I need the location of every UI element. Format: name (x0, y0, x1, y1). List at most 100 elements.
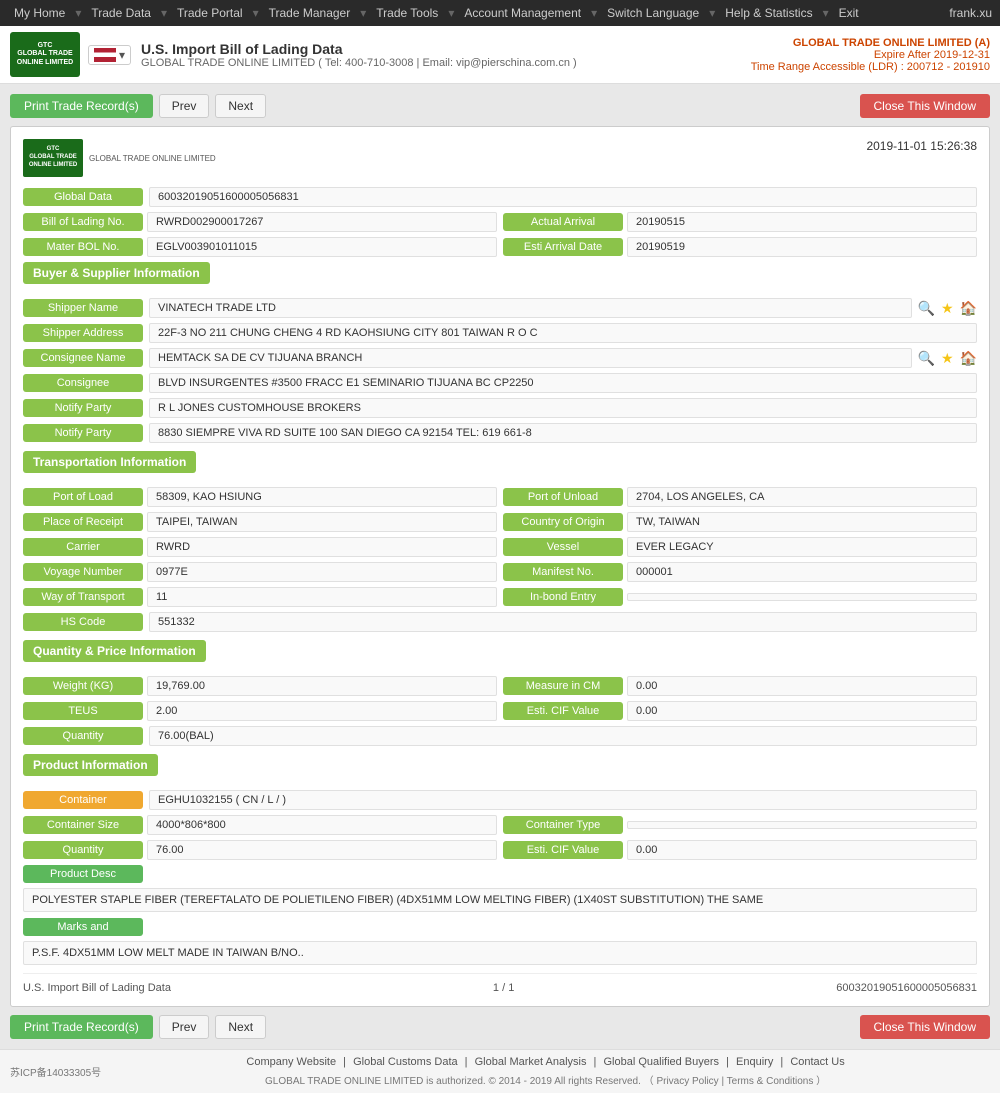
vessel-label: Vessel (503, 538, 623, 556)
nav-trade-tools[interactable]: Trade Tools (370, 4, 444, 22)
weight-label: Weight (KG) (23, 677, 143, 695)
actual-arrival-value: 20190515 (627, 212, 977, 232)
place-receipt-group: Place of Receipt TAIPEI, TAIWAN (23, 512, 497, 532)
search-icon[interactable]: 🔍 (918, 300, 935, 317)
inbond-label: In-bond Entry (503, 588, 623, 606)
consignee-search-icon[interactable]: 🔍 (918, 350, 935, 367)
nav-switch-language[interactable]: Switch Language (601, 4, 705, 22)
card-footer-left: U.S. Import Bill of Lading Data (23, 982, 171, 994)
inbond-value (627, 593, 977, 601)
container-label: Container (23, 791, 143, 809)
nav-my-home[interactable]: My Home (8, 4, 71, 22)
container-type-label: Container Type (503, 816, 623, 834)
nav-trade-data[interactable]: Trade Data (85, 4, 157, 22)
logo-area: GTCGLOBAL TRADEONLINE LIMITED ▾ (10, 32, 131, 77)
container-size-group: Container Size 4000*806*800 (23, 815, 497, 835)
vessel-value: EVER LEGACY (627, 537, 977, 557)
home-icon[interactable]: 🏠 (960, 300, 977, 317)
site-footer: 苏ICP备14033305号 Company Website | Global … (0, 1049, 1000, 1093)
quantity-price-section-label: Quantity & Price Information (23, 640, 206, 662)
page-main-title: U.S. Import Bill of Lading Data (141, 41, 751, 57)
quantity-price-title-row: Quantity & Price Information (23, 640, 977, 670)
next-button-bottom[interactable]: Next (215, 1015, 266, 1039)
language-flag[interactable]: ▾ (88, 45, 131, 65)
transport-inbond-row: Way of Transport 11 In-bond Entry (23, 587, 977, 607)
product-desc-value: POLYESTER STAPLE FIBER (TEREFTALATO DE P… (23, 888, 977, 912)
bol-row: Bill of Lading No. RWRD002900017267 Actu… (23, 212, 977, 232)
prev-button-top[interactable]: Prev (159, 94, 210, 118)
transport-value: 11 (147, 587, 497, 607)
footer-link-market[interactable]: Global Market Analysis (475, 1056, 587, 1068)
master-bol-row: Mater BOL No. EGLV003901011015 Esti Arri… (23, 237, 977, 257)
country-origin-value: TW, TAIWAN (627, 512, 977, 532)
page-title-area: U.S. Import Bill of Lading Data GLOBAL T… (131, 41, 751, 69)
transportation-title-row: Transportation Information (23, 451, 977, 481)
country-origin-label: Country of Origin (503, 513, 623, 531)
product-qty-value: 76.00 (147, 840, 497, 860)
measure-value: 0.00 (627, 676, 977, 696)
footer-copyright: GLOBAL TRADE ONLINE LIMITED is authorize… (101, 1072, 990, 1087)
master-bol-label: Mater BOL No. (23, 238, 143, 256)
consignee-star-icon[interactable]: ★ (941, 350, 954, 367)
flag-arrow: ▾ (119, 48, 125, 62)
transport-label: Way of Transport (23, 588, 143, 606)
notify1-value: R L JONES CUSTOMHOUSE BROKERS (149, 398, 977, 418)
footer-link-enquiry[interactable]: Enquiry (736, 1056, 773, 1068)
nav-trade-manager[interactable]: Trade Manager (263, 4, 357, 22)
esti-arrival-value: 20190519 (627, 237, 977, 257)
next-button-top[interactable]: Next (215, 94, 266, 118)
consignee-value: BLVD INSURGENTES #3500 FRACC E1 SEMINARI… (149, 373, 977, 393)
buyer-supplier-section-label: Buyer & Supplier Information (23, 262, 210, 284)
consignee-home-icon[interactable]: 🏠 (960, 350, 977, 367)
cif-group: Esti. CIF Value 0.00 (503, 701, 977, 721)
star-icon[interactable]: ★ (941, 300, 954, 317)
transportation-section: Transportation Information Port of Load … (23, 451, 977, 632)
product-cif-group: Esti. CIF Value 0.00 (503, 840, 977, 860)
nav-account-management[interactable]: Account Management (458, 4, 587, 22)
bol-group: Bill of Lading No. RWRD002900017267 (23, 212, 497, 232)
account-ldr: Time Range Accessible (LDR) : 200712 - 2… (751, 61, 990, 73)
footer-link-buyers[interactable]: Global Qualified Buyers (603, 1056, 719, 1068)
card-footer-right: 60032019051600005056831 (836, 982, 977, 994)
carrier-vessel-row: Carrier RWRD Vessel EVER LEGACY (23, 537, 977, 557)
product-desc-label-row: Product Desc (23, 865, 977, 883)
global-data-label: Global Data (23, 188, 143, 206)
shipper-name-label: Shipper Name (23, 299, 143, 317)
print-button-bottom[interactable]: Print Trade Record(s) (10, 1015, 153, 1039)
top-navigation: My Home ▾ Trade Data ▾ Trade Portal ▾ Tr… (0, 0, 1000, 26)
footer-link-contact[interactable]: Contact Us (790, 1056, 844, 1068)
nav-trade-portal[interactable]: Trade Portal (171, 4, 249, 22)
card-logo: GTCGLOBAL TRADEONLINE LIMITED GLOBAL TRA… (23, 139, 216, 177)
close-button-top[interactable]: Close This Window (860, 94, 990, 118)
footer-link-company[interactable]: Company Website (246, 1056, 336, 1068)
product-qty-group: Quantity 76.00 (23, 840, 497, 860)
shipper-address-label: Shipper Address (23, 324, 143, 342)
icp-number: 苏ICP备14033305号 (10, 1064, 101, 1079)
prev-button-bottom[interactable]: Prev (159, 1015, 210, 1039)
quantity-value: 76.00(BAL) (149, 726, 977, 746)
nav-exit[interactable]: Exit (833, 4, 865, 22)
bol-value: RWRD002900017267 (147, 212, 497, 232)
inbond-group: In-bond Entry (503, 588, 977, 606)
card-datetime: 2019-11-01 15:26:38 (866, 139, 977, 153)
cif-value: 0.00 (627, 701, 977, 721)
consignee-name-row: Consignee Name HEMTACK SA DE CV TIJUANA … (23, 348, 977, 368)
nav-help-statistics[interactable]: Help & Statistics (719, 4, 818, 22)
voyage-label: Voyage Number (23, 563, 143, 581)
carrier-group: Carrier RWRD (23, 537, 497, 557)
card-logo-text: GLOBAL TRADE ONLINE LIMITED (89, 154, 216, 163)
country-origin-group: Country of Origin TW, TAIWAN (503, 512, 977, 532)
port-unload-group: Port of Unload 2704, LOS ANGELES, CA (503, 487, 977, 507)
print-button-top[interactable]: Print Trade Record(s) (10, 94, 153, 118)
actual-arrival-group: Actual Arrival 20190515 (503, 212, 977, 232)
port-unload-value: 2704, LOS ANGELES, CA (627, 487, 977, 507)
container-type-group: Container Type (503, 816, 977, 834)
place-receipt-value: TAIPEI, TAIWAN (147, 512, 497, 532)
port-load-value: 58309, KAO HSIUNG (147, 487, 497, 507)
footer-link-customs[interactable]: Global Customs Data (353, 1056, 458, 1068)
close-button-bottom[interactable]: Close This Window (860, 1015, 990, 1039)
teus-group: TEUS 2.00 (23, 701, 497, 721)
master-bol-value: EGLV003901011015 (147, 237, 497, 257)
weight-group: Weight (KG) 19,769.00 (23, 676, 497, 696)
container-size-type-row: Container Size 4000*806*800 Container Ty… (23, 815, 977, 835)
